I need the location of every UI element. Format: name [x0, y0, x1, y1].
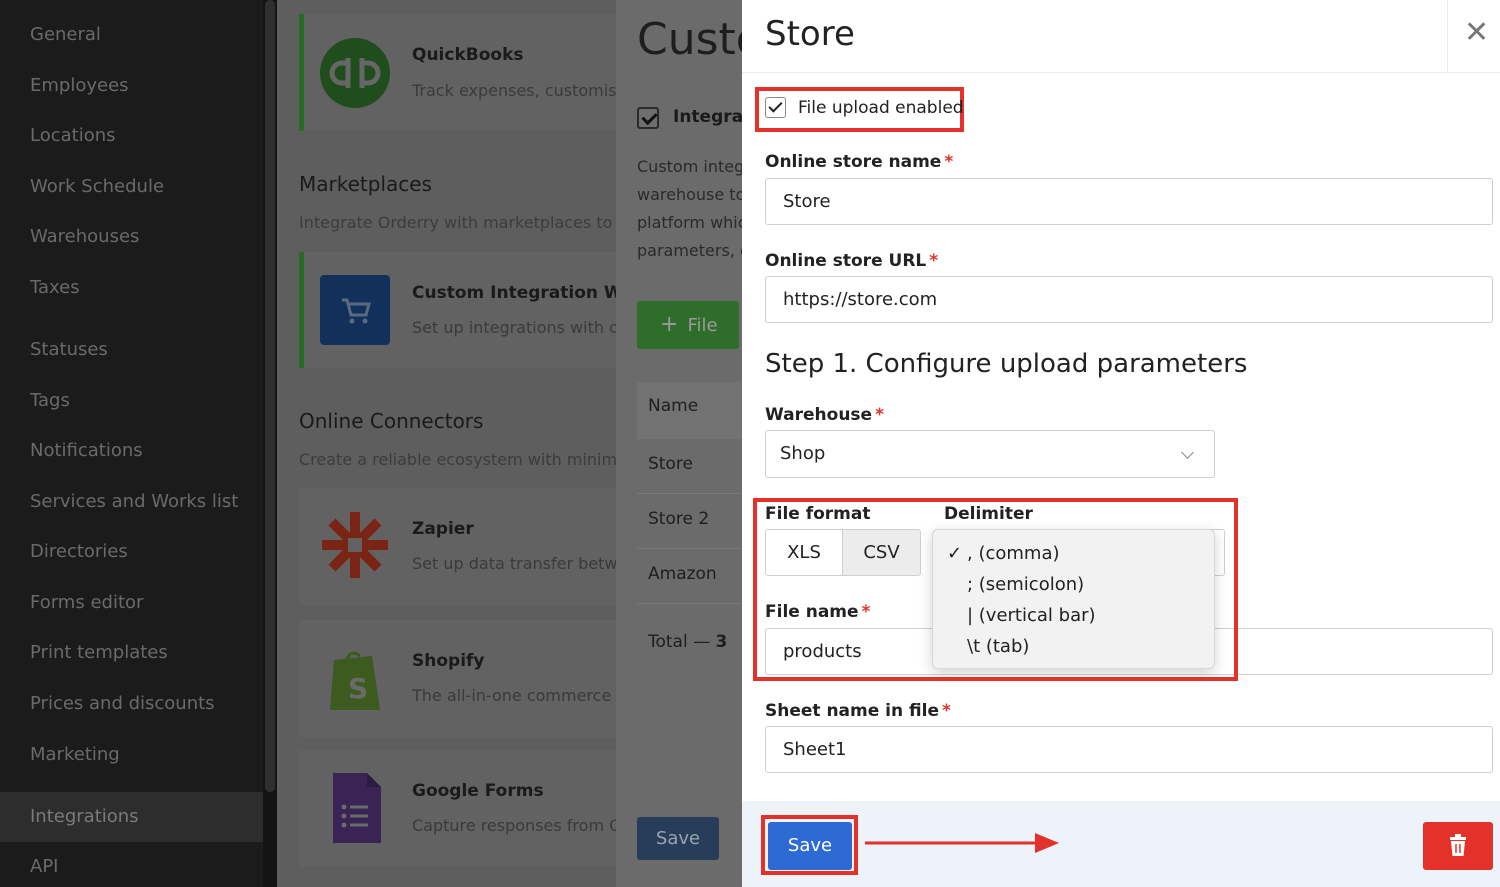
step-title: Step 1. Configure upload parameters	[765, 349, 1248, 379]
google-forms-description: Capture responses from G	[412, 816, 616, 835]
integration-enabled-checkbox[interactable]	[637, 107, 659, 129]
zapier-card[interactable]: Zapier Set up data transfer betw	[299, 488, 616, 605]
plus-icon: +	[660, 312, 679, 337]
file-upload-label: File upload enabled	[798, 98, 964, 118]
drawer-header: Store ✕	[742, 0, 1500, 73]
warehouse-select[interactable]: Shop	[765, 430, 1215, 478]
shopify-card[interactable]: S Shopify The all-in-one commerce p	[299, 620, 616, 737]
shopify-title: Shopify	[412, 651, 485, 671]
google-forms-card[interactable]: Google Forms Capture responses from G	[299, 750, 616, 867]
chevron-down-icon	[1181, 446, 1194, 459]
custom-integration-panel: Custo Integrat Custom integ warehouse to…	[616, 0, 742, 887]
custom-integration-card[interactable]: Custom Integration With Set up integrati…	[299, 252, 616, 368]
close-icon: ✕	[1464, 15, 1490, 50]
sidebar-item-tags[interactable]: Tags	[0, 376, 263, 426]
sidebar-item-forms-editor[interactable]: Forms editor	[0, 578, 263, 628]
quickbooks-description: Track expenses, customise	[412, 81, 616, 100]
warehouse-label: Warehouse *	[765, 405, 884, 425]
zapier-title: Zapier	[412, 519, 474, 539]
arrow-right-icon	[865, 833, 1059, 853]
sidebar-item-locations[interactable]: Locations	[0, 111, 263, 161]
custom-panel-description-line: platform whic	[637, 213, 742, 232]
sheet-name-input[interactable]: Sheet1	[765, 726, 1493, 773]
sidebar-item-directories[interactable]: Directories	[0, 527, 263, 577]
required-mark: *	[942, 701, 951, 721]
online-connectors-heading: Online Connectors	[299, 409, 484, 433]
online-store-name-input[interactable]: Store	[765, 178, 1493, 225]
online-store-url-input[interactable]: https://store.com	[765, 276, 1493, 323]
sidebar-item-warehouses[interactable]: Warehouses	[0, 212, 263, 262]
card-accent-bar	[299, 14, 304, 131]
svg-text:S: S	[348, 672, 368, 705]
add-file-button[interactable]: + File	[637, 301, 739, 349]
file-format-highlight	[753, 498, 1238, 681]
close-button[interactable]: ✕	[1447, 0, 1500, 73]
custom-panel-description-line: warehouse to	[637, 185, 742, 204]
required-mark: *	[929, 251, 939, 271]
table-header-name: Name	[637, 382, 742, 439]
delete-button[interactable]	[1423, 822, 1493, 870]
sheet-name-label: Sheet name in file *	[765, 701, 951, 721]
required-mark: *	[944, 152, 954, 172]
custom-panel-description-line: parameters, g	[637, 241, 742, 260]
sidebar-scrollbar[interactable]	[263, 0, 277, 887]
sidebar-item-work-schedule[interactable]: Work Schedule	[0, 162, 263, 212]
table-row[interactable]: Amazon	[637, 549, 742, 604]
trash-icon	[1450, 834, 1466, 856]
sidebar-item-api[interactable]: API	[0, 842, 263, 887]
online-connectors-subtitle: Create a reliable ecosystem with minimu	[299, 450, 616, 469]
zapier-logo-icon	[322, 512, 388, 578]
sidebar-item-integrations[interactable]: Integrations	[0, 792, 263, 842]
online-store-url-label: Online store URL *	[765, 251, 939, 271]
sidebar-item-employees[interactable]: Employees	[0, 61, 263, 111]
store-drawer: Store ✕ File upload enabled Online store…	[742, 0, 1500, 887]
online-store-name-label: Online store name *	[765, 152, 954, 172]
shopping-cart-icon	[320, 275, 390, 345]
marketplaces-heading: Marketplaces	[299, 172, 432, 196]
custom-panel-title: Custo	[637, 14, 742, 65]
quickbooks-logo-icon	[320, 38, 390, 108]
sidebar-item-notifications[interactable]: Notifications	[0, 426, 263, 476]
quickbooks-card[interactable]: QuickBooks Track expenses, customise	[299, 14, 616, 131]
required-mark: *	[875, 405, 884, 425]
custom-integration-title: Custom Integration With	[412, 283, 616, 303]
google-forms-title: Google Forms	[412, 781, 544, 801]
shopify-description: The all-in-one commerce p	[412, 686, 616, 705]
sidebar-item-taxes[interactable]: Taxes	[0, 263, 263, 313]
table-row[interactable]: Store 2	[637, 494, 742, 549]
table-total: Total — 3	[648, 632, 728, 652]
sidebar-item-prices-and-discounts[interactable]: Prices and discounts	[0, 679, 263, 729]
sidebar-item-services-and-works-list[interactable]: Services and Works list	[0, 477, 263, 527]
custom-panel-description-line: Custom integ	[637, 157, 742, 176]
integrations-list: QuickBooks Track expenses, customise Mar…	[277, 0, 616, 887]
marketplaces-subtitle: Integrate Orderry with marketplaces to i	[299, 213, 616, 232]
card-accent-bar	[299, 252, 304, 368]
custom-panel-save-button[interactable]: Save	[637, 817, 719, 860]
quickbooks-title: QuickBooks	[412, 45, 524, 65]
file-upload-checkbox[interactable]	[765, 97, 786, 118]
sidebar-item-print-templates[interactable]: Print templates	[0, 628, 263, 678]
zapier-description: Set up data transfer betw	[412, 554, 616, 573]
drawer-title: Store	[765, 14, 855, 54]
shopify-logo-icon: S	[330, 651, 380, 710]
save-highlight	[761, 815, 858, 875]
sidebar-item-statuses[interactable]: Statuses	[0, 325, 263, 375]
sidebar-item-general[interactable]: General	[0, 10, 263, 60]
integration-enabled-label: Integrat	[673, 107, 742, 127]
google-forms-logo-icon	[333, 773, 381, 843]
table-row[interactable]: Store	[637, 439, 742, 494]
sidebar-item-marketing[interactable]: Marketing	[0, 730, 263, 780]
sidebar-scrollbar-thumb[interactable]	[265, 0, 275, 792]
settings-sidebar: General Employees Locations Work Schedul…	[0, 0, 277, 887]
custom-integration-description: Set up integrations with o	[412, 318, 616, 337]
